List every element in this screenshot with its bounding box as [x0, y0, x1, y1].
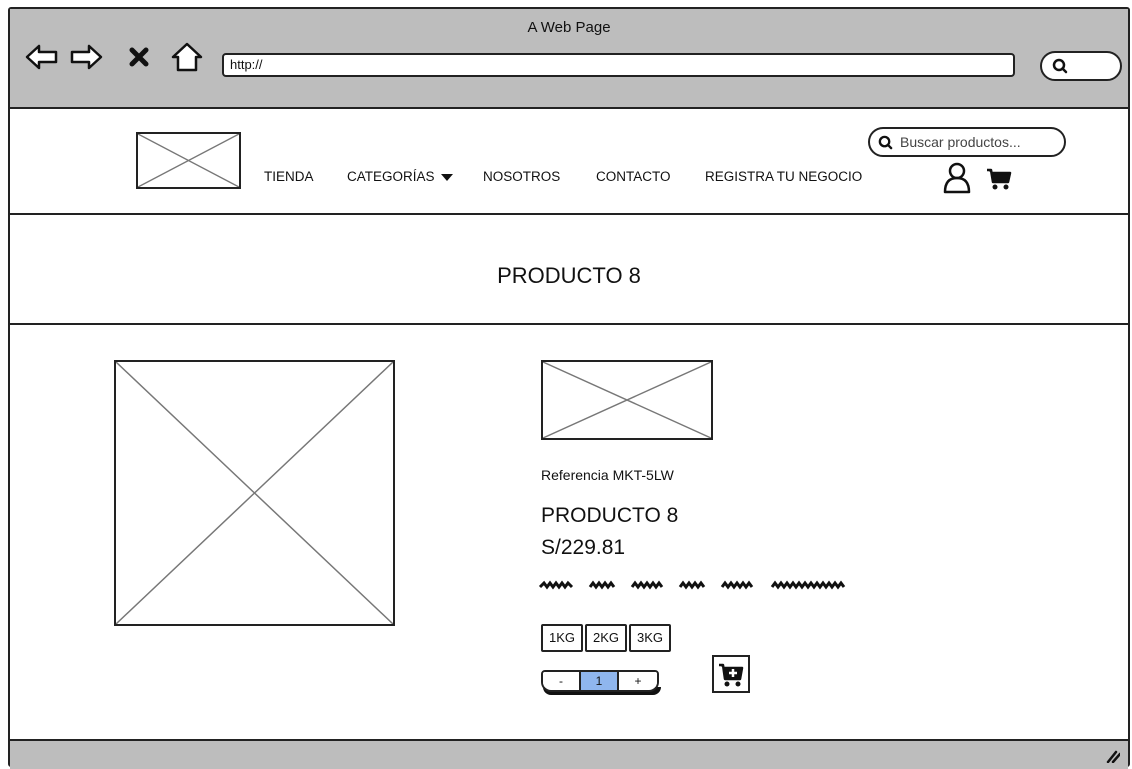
quantity-stepper: - 1 +: [541, 670, 659, 692]
browser-search-button[interactable]: [1040, 51, 1122, 81]
quantity-increase-button[interactable]: +: [619, 672, 657, 690]
forward-button[interactable]: [68, 39, 104, 75]
browser-toolbar: A Web Page http://: [10, 9, 1128, 109]
search-icon: [878, 135, 893, 150]
home-icon: [171, 42, 203, 72]
title-band: PRODUCTO 8: [10, 215, 1128, 325]
cart-icon[interactable]: [986, 167, 1012, 191]
search-placeholder: Buscar productos...: [900, 134, 1021, 150]
stop-button[interactable]: [128, 39, 150, 75]
window-title: A Web Page: [527, 19, 611, 36]
home-button[interactable]: [170, 39, 204, 75]
caret-down-icon: [440, 173, 453, 181]
search-icon: [1052, 58, 1068, 74]
close-icon: [129, 47, 149, 67]
nav-tienda[interactable]: TIENDA: [264, 169, 314, 184]
image-placeholder-icon: [543, 362, 711, 438]
user-icon[interactable]: [942, 162, 972, 194]
nav-contacto[interactable]: CONTACTO: [596, 169, 671, 184]
description-scribble: [538, 580, 846, 590]
arrow-right-icon: [70, 44, 103, 70]
address-bar[interactable]: http://: [222, 53, 1015, 77]
size-option-1kg[interactable]: 1KG: [541, 624, 584, 652]
quantity-input[interactable]: 1: [581, 672, 619, 690]
nav-categorias-label: CATEGORÍAS: [347, 169, 435, 184]
arrow-left-icon: [25, 44, 58, 70]
image-placeholder-icon: [116, 362, 393, 624]
browser-status-bar: [10, 739, 1128, 769]
resize-grip-icon[interactable]: [1104, 747, 1120, 763]
image-placeholder-icon: [138, 134, 239, 187]
quantity-decrease-button[interactable]: -: [543, 672, 581, 690]
product-reference: Referencia MKT-5LW: [541, 467, 674, 483]
browser-window: A Web Page http:// TIENDA CATEGORÍAS NOS…: [8, 7, 1130, 769]
nav-nosotros[interactable]: NOSOTROS: [483, 169, 560, 184]
back-button[interactable]: [24, 39, 60, 75]
page-title: PRODUCTO 8: [497, 263, 641, 288]
nav-registra-negocio[interactable]: REGISTRA TU NEGOCIO: [705, 169, 862, 184]
logo-placeholder[interactable]: [136, 132, 241, 189]
cart-plus-icon: [719, 663, 744, 687]
size-options: 1KG 2KG 3KG: [541, 624, 672, 652]
product-name: PRODUCTO 8: [541, 504, 679, 527]
add-to-cart-button[interactable]: [712, 655, 750, 693]
product-main-image: [114, 360, 395, 626]
product-price: S/229.81: [541, 536, 626, 559]
size-option-3kg[interactable]: 3KG: [629, 624, 672, 652]
size-option-2kg[interactable]: 2KG: [585, 624, 628, 652]
product-search-input[interactable]: Buscar productos...: [868, 127, 1066, 157]
brand-image: [541, 360, 713, 440]
nav-categorias[interactable]: CATEGORÍAS: [347, 169, 453, 184]
